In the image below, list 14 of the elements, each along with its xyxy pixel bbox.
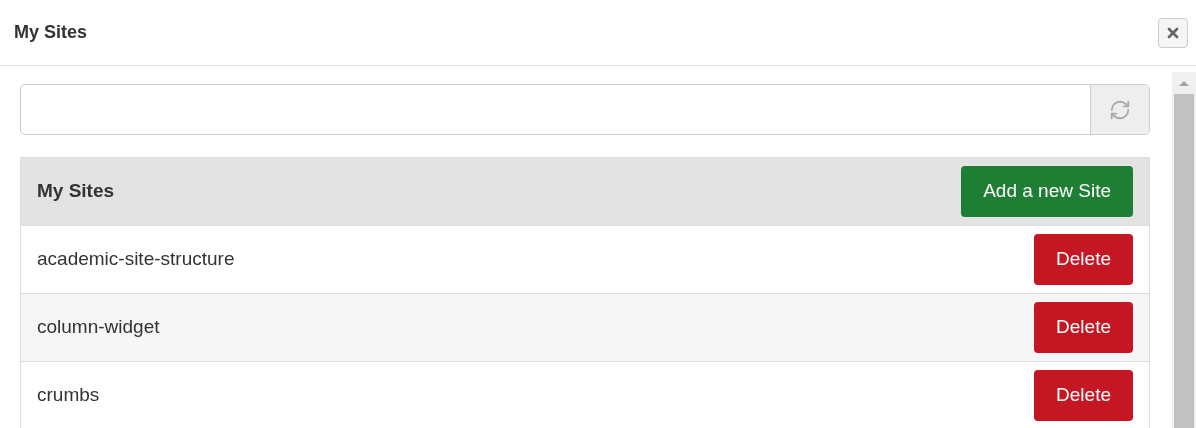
site-name: academic-site-structure <box>37 247 235 272</box>
search-field[interactable] <box>20 84 1150 135</box>
delete-button[interactable]: Delete <box>1034 302 1133 353</box>
add-site-button[interactable]: Add a new Site <box>961 166 1133 217</box>
dialog-title: My Sites <box>14 21 88 44</box>
delete-button[interactable]: Delete <box>1034 234 1133 285</box>
site-name: column-widget <box>37 315 160 340</box>
site-name: crumbs <box>37 383 100 408</box>
scrollbar[interactable] <box>1172 72 1196 428</box>
refresh-icon <box>1109 98 1131 121</box>
close-button[interactable] <box>1158 17 1188 48</box>
panel-title: My Sites <box>37 179 115 204</box>
delete-button[interactable]: Delete <box>1034 370 1133 421</box>
refresh-button[interactable] <box>1090 85 1149 134</box>
